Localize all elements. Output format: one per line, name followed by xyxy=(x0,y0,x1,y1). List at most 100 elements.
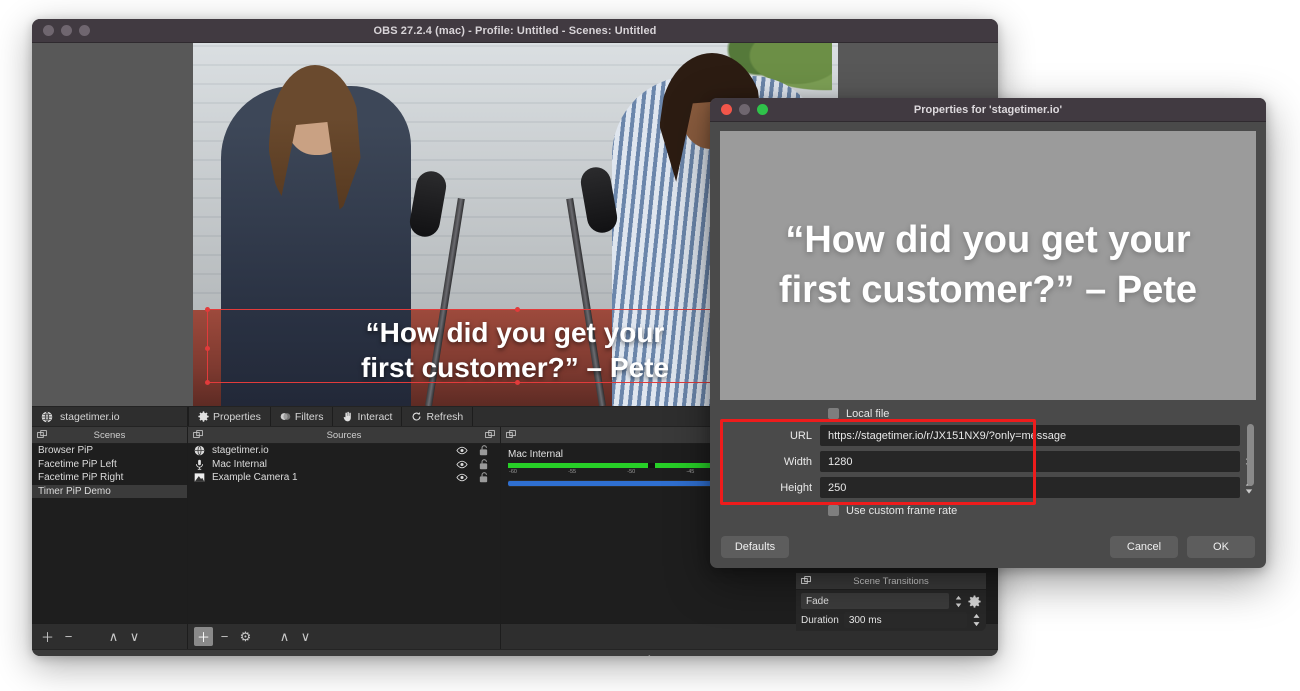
refresh-icon xyxy=(411,411,422,422)
transition-settings-gear-icon[interactable] xyxy=(968,595,981,608)
dialog-footer: Defaults Cancel OK xyxy=(710,526,1266,568)
dialog-titlebar: Properties for 'stagetimer.io' xyxy=(710,98,1266,122)
microphone-icon xyxy=(194,459,205,470)
tab-filters-label: Filters xyxy=(295,411,324,423)
scene-transitions-title: Scene Transitions xyxy=(796,576,986,587)
eye-icon[interactable] xyxy=(456,446,468,455)
meter-tick: -55 xyxy=(568,469,576,475)
unlock-icon[interactable] xyxy=(479,472,488,483)
active-source-label: stagetimer.io xyxy=(60,411,120,423)
resize-handle-top-left[interactable] xyxy=(205,307,210,312)
eye-icon[interactable] xyxy=(456,473,468,482)
custom-frame-rate-checkbox[interactable] xyxy=(828,505,839,516)
height-label: Height xyxy=(720,482,820,494)
table-row[interactable]: stagetimer.io xyxy=(188,444,500,458)
remove-source-button[interactable]: − xyxy=(215,627,234,646)
chevron-updown-icon[interactable] xyxy=(954,595,963,608)
sources-dock-header: Sources xyxy=(188,427,500,444)
scene-label: Facetime PiP Right xyxy=(38,472,123,483)
properties-form: Local file URL https://stagetimer.io/r/J… xyxy=(720,406,1256,526)
table-row[interactable]: Example Camera 1 xyxy=(188,471,500,485)
move-scene-up-button[interactable]: ∧ xyxy=(104,627,123,646)
add-source-button[interactable]: ＋ xyxy=(194,627,213,646)
undock-icon[interactable] xyxy=(485,430,495,440)
source-settings-button[interactable]: ⚙ xyxy=(236,627,255,646)
camera-icon xyxy=(194,472,205,483)
status-bar: LIVE: 00:00:00 REC: 00:00:00 CPU: 9.0%,3… xyxy=(32,649,998,656)
defaults-button[interactable]: Defaults xyxy=(721,536,789,558)
unlock-icon[interactable] xyxy=(479,459,488,470)
duration-stepper-icon[interactable] xyxy=(972,613,981,627)
transition-duration-row: Duration 300 ms xyxy=(796,609,986,628)
main-window-titlebar: OBS 27.2.4 (mac) - Profile: Untitled - S… xyxy=(32,19,998,43)
browser-source-preview: “How did you get your first customer?” –… xyxy=(720,131,1256,400)
duration-input[interactable]: 300 ms xyxy=(844,612,967,628)
width-label: Width xyxy=(720,456,820,468)
tab-interact[interactable]: Interact xyxy=(333,407,402,426)
scene-transitions-dock: Scene Transitions Fade Duration 300 ms xyxy=(796,573,986,631)
undock-icon[interactable] xyxy=(801,576,811,586)
scene-label: Browser PiP xyxy=(38,445,93,456)
dialog-preview-line2: first customer?” – Pete xyxy=(779,266,1197,315)
globe-icon xyxy=(194,445,205,456)
list-item[interactable]: Facetime PiP Left xyxy=(32,458,187,472)
source-label: Example Camera 1 xyxy=(212,472,298,483)
move-source-up-button[interactable]: ∧ xyxy=(275,627,294,646)
resize-handle-middle-left[interactable] xyxy=(205,346,210,351)
scene-label: Facetime PiP Left xyxy=(38,459,117,470)
live-status: LIVE: 00:00:00 xyxy=(369,655,453,657)
sources-list[interactable]: stagetimer.io xyxy=(188,444,500,623)
dialog-title: Properties for 'stagetimer.io' xyxy=(710,104,1266,116)
dialog-body: “How did you get your first customer?” –… xyxy=(710,122,1266,526)
height-input[interactable]: 250 xyxy=(820,477,1240,498)
width-input[interactable]: 1280 xyxy=(820,451,1240,472)
unlock-icon[interactable] xyxy=(479,445,488,456)
eye-icon[interactable] xyxy=(456,460,468,469)
gear-icon xyxy=(198,411,209,422)
ok-button[interactable]: OK xyxy=(1187,536,1255,558)
source-label: Mac Internal xyxy=(212,459,267,470)
transition-select[interactable]: Fade xyxy=(801,593,949,609)
globe-icon xyxy=(41,411,53,423)
scenes-dock-title: Scenes xyxy=(32,430,187,441)
url-input[interactable]: https://stagetimer.io/r/JX151NX9/?only=m… xyxy=(820,425,1240,446)
hand-icon xyxy=(342,411,353,422)
scenes-toolbar: ＋ − ∧ ∨ xyxy=(32,624,188,649)
tab-properties-label: Properties xyxy=(213,411,261,423)
resize-handle-bottom-left[interactable] xyxy=(205,380,210,385)
url-label: URL xyxy=(720,430,820,442)
tab-filters[interactable]: Filters xyxy=(271,407,334,426)
undock-icon[interactable] xyxy=(37,430,47,440)
resize-handle-bottom-center[interactable] xyxy=(515,380,520,385)
local-file-checkbox[interactable] xyxy=(828,408,839,419)
add-scene-button[interactable]: ＋ xyxy=(38,627,57,646)
meter-tick: -60 xyxy=(509,469,517,475)
source-label: stagetimer.io xyxy=(212,445,269,456)
remove-scene-button[interactable]: − xyxy=(59,627,78,646)
table-row[interactable]: Mac Internal xyxy=(188,458,500,472)
scenes-list[interactable]: Browser PiP Facetime PiP Left Facetime P… xyxy=(32,444,187,623)
list-item[interactable]: Browser PiP xyxy=(32,444,187,458)
list-item[interactable]: Facetime PiP Right xyxy=(32,471,187,485)
undock-icon[interactable] xyxy=(506,430,516,440)
scene-label: Timer PiP Demo xyxy=(38,486,111,497)
local-file-row[interactable]: Local file xyxy=(720,406,1256,421)
properties-dialog: Properties for 'stagetimer.io' “How did … xyxy=(710,98,1266,568)
broadcast-icon xyxy=(369,655,382,656)
list-item[interactable]: Timer PiP Demo xyxy=(32,485,187,499)
move-scene-down-button[interactable]: ∨ xyxy=(125,627,144,646)
tab-properties[interactable]: Properties xyxy=(188,407,271,426)
custom-frame-rate-row[interactable]: Use custom frame rate xyxy=(720,503,1256,518)
url-field-row: URL https://stagetimer.io/r/JX151NX9/?on… xyxy=(720,424,1256,447)
rec-label: REC: 00:00:00 xyxy=(484,655,550,657)
dialog-scrollbar[interactable] xyxy=(1247,424,1254,486)
undock-icon[interactable] xyxy=(193,430,203,440)
cancel-button[interactable]: Cancel xyxy=(1110,536,1178,558)
tab-refresh[interactable]: Refresh xyxy=(402,407,473,426)
local-file-label: Local file xyxy=(846,408,889,420)
move-source-down-button[interactable]: ∨ xyxy=(296,627,315,646)
scene-transitions-header: Scene Transitions xyxy=(796,573,986,590)
resize-handle-top-center[interactable] xyxy=(515,307,520,312)
scenes-dock-header: Scenes xyxy=(32,427,187,444)
scenes-dock: Scenes Browser PiP Facetime PiP Left Fac… xyxy=(32,427,188,623)
